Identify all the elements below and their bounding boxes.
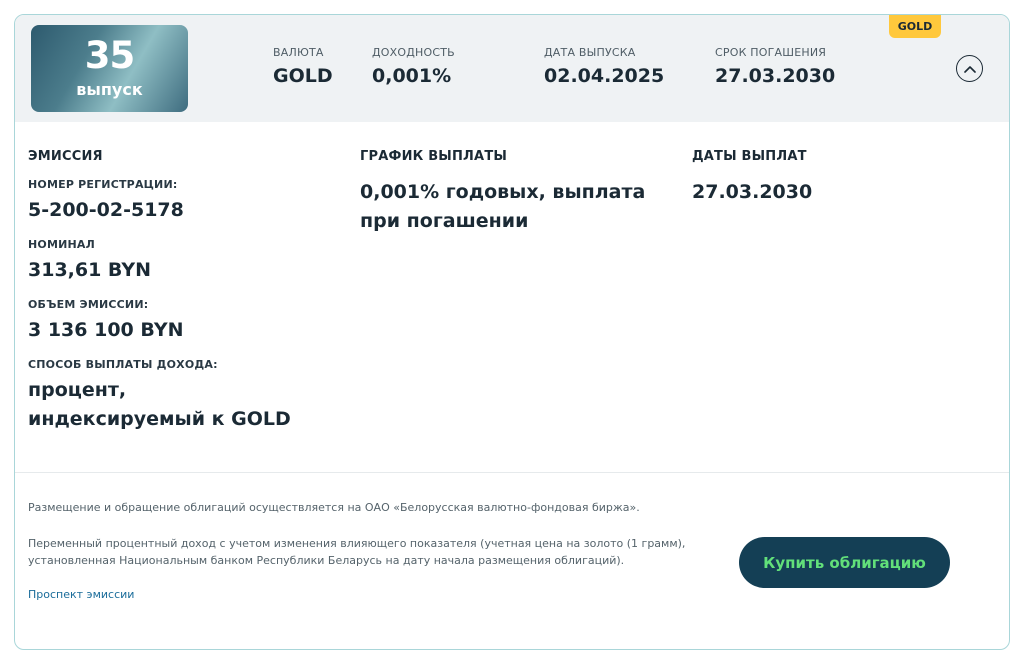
schedule-title: ГРАФИК ВЫПЛАТЫ	[360, 149, 508, 164]
meta-yield: ДОХОДНОСТЬ 0,001%	[372, 46, 455, 87]
meta-maturity-value: 27.03.2030	[715, 65, 836, 87]
currency-badge: GOLD	[889, 15, 941, 38]
income-note-line-1: Переменный процентный доход с учетом изм…	[28, 537, 686, 550]
meta-issue-date-value: 02.04.2025	[544, 65, 665, 87]
reg-number-label: НОМЕР РЕГИСТРАЦИИ:	[28, 178, 178, 191]
emission-column: ЭМИССИЯ НОМЕР РЕГИСТРАЦИИ: 5-200-02-5178…	[28, 149, 318, 434]
chevron-up-icon	[963, 65, 976, 73]
prospectus-link[interactable]: Проспект эмиссии	[28, 588, 134, 601]
meta-yield-label: ДОХОДНОСТЬ	[372, 46, 455, 59]
meta-issue-date: ДАТА ВЫПУСКА 02.04.2025	[544, 46, 664, 87]
payment-dates-value: 27.03.2030	[692, 181, 813, 203]
buy-bond-button[interactable]: Купить облигацию	[739, 537, 950, 588]
nominal-value: 313,61 BYN	[28, 259, 152, 281]
nominal-label: НОМИНАЛ	[28, 238, 95, 251]
payment-dates-column: ДАТЫ ВЫПЛАТ 27.03.2030	[692, 149, 972, 207]
income-note-line-2: установленная Национальным банком Респуб…	[28, 554, 625, 567]
reg-number-value: 5-200-02-5178	[28, 199, 184, 221]
section-divider	[15, 472, 1009, 473]
volume-value: 3 136 100 BYN	[28, 319, 184, 341]
meta-yield-value: 0,001%	[372, 65, 452, 87]
emission-title: ЭМИССИЯ	[28, 149, 103, 164]
payment-dates-title: ДАТЫ ВЫПЛАТ	[692, 149, 807, 164]
meta-currency: ВАЛЮТА GOLD	[273, 46, 333, 87]
collapse-button[interactable]	[956, 55, 983, 82]
volume-label: ОБЪЕМ ЭМИССИИ:	[28, 298, 149, 311]
payment-method-value: процент, индексируемый к GOLD	[28, 379, 291, 430]
meta-issue-date-label: ДАТА ВЫПУСКА	[544, 46, 636, 59]
schedule-value: 0,001% годовых, выплата при погашении	[360, 181, 646, 232]
meta-maturity: СРОК ПОГАШЕНИЯ 27.03.2030	[715, 46, 835, 87]
meta-maturity-label: СРОК ПОГАШЕНИЯ	[715, 46, 827, 59]
payment-method-label: СПОСОБ ВЫПЛАТЫ ДОХОДА:	[28, 358, 218, 371]
bond-card: 35 выпуск ВАЛЮТА GOLD ДОХОДНОСТЬ 0,001% …	[14, 14, 1010, 650]
issue-number: 35	[84, 34, 136, 77]
meta-currency-label: ВАЛЮТА	[273, 46, 324, 59]
bond-header[interactable]: 35 выпуск ВАЛЮТА GOLD ДОХОДНОСТЬ 0,001% …	[15, 15, 1009, 122]
issue-tile: 35 выпуск	[31, 25, 188, 112]
schedule-column: ГРАФИК ВЫПЛАТЫ 0,001% годовых, выплата п…	[360, 149, 660, 236]
meta-currency-value: GOLD	[273, 65, 333, 87]
exchange-note: Размещение и обращение облигаций осущест…	[28, 501, 640, 514]
issue-label: выпуск	[76, 80, 143, 99]
